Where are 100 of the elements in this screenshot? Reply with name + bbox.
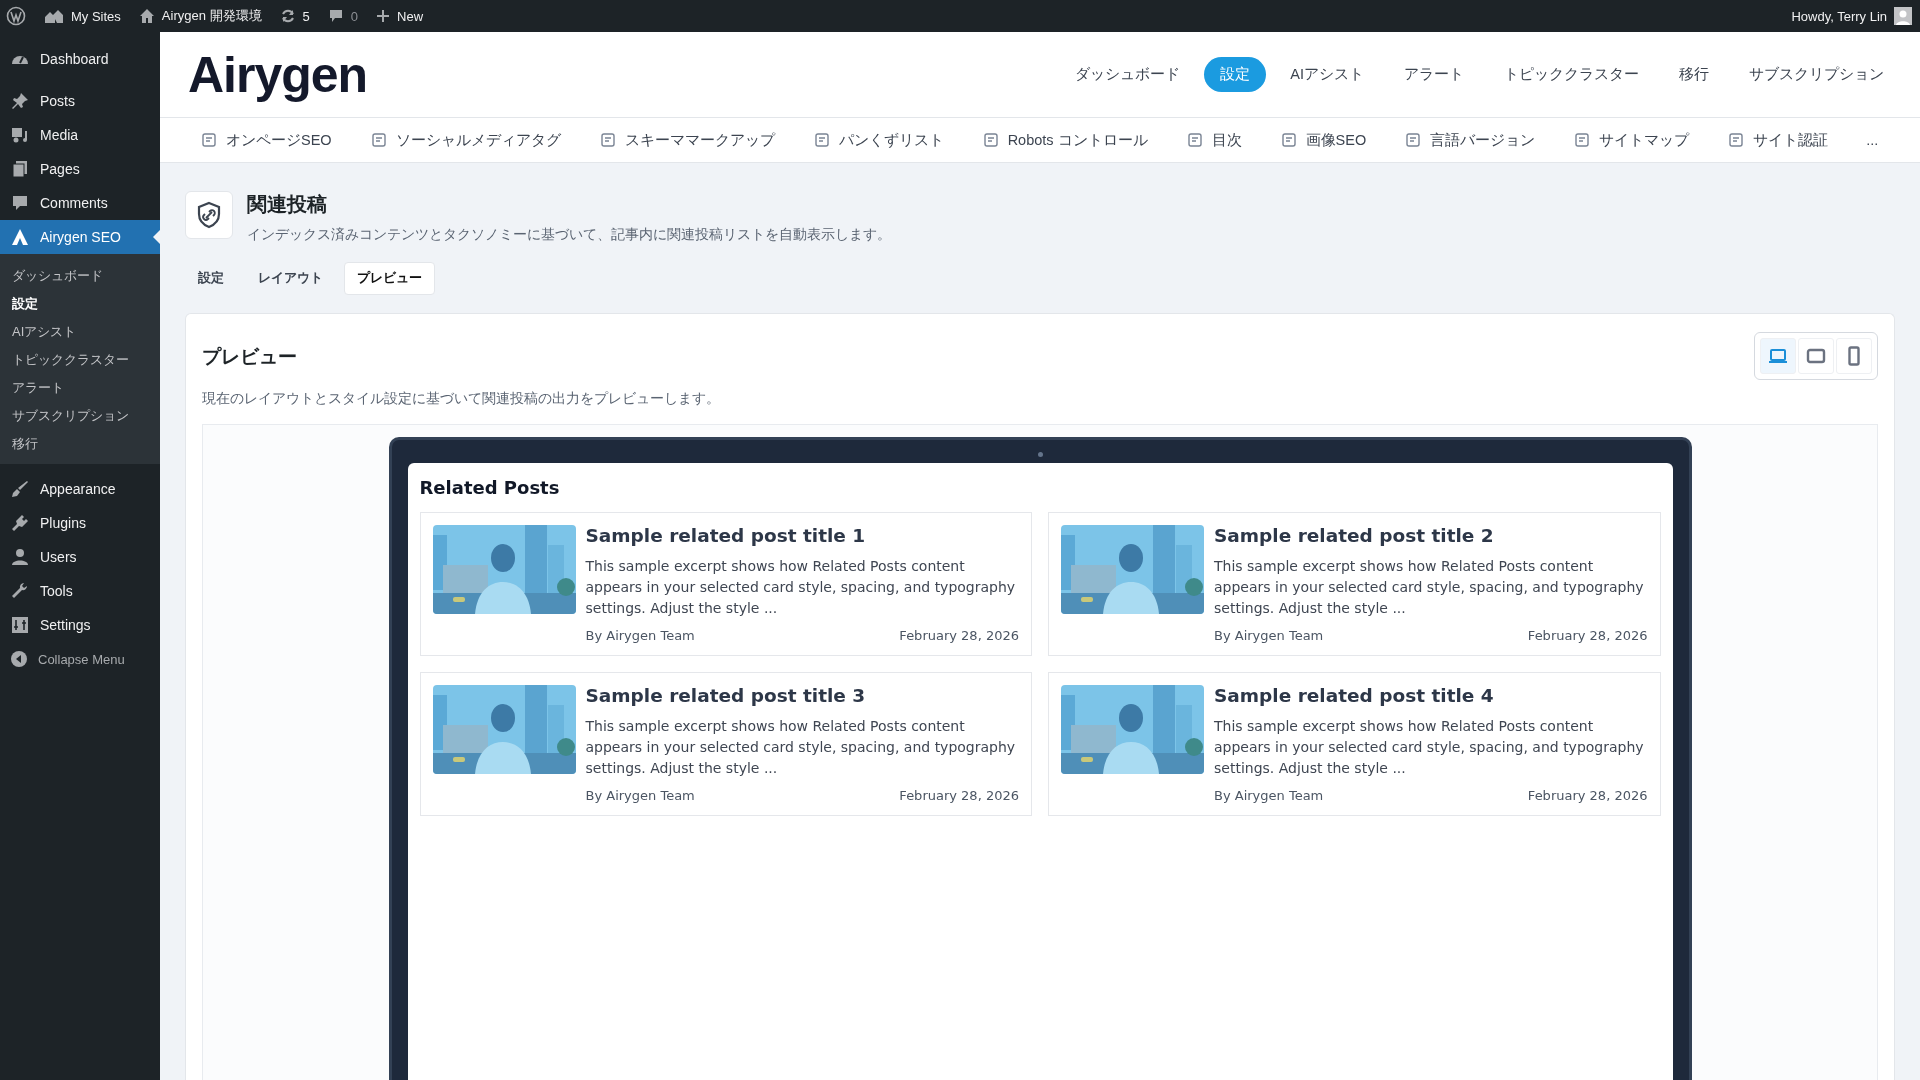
post-date: February 28, 2026 xyxy=(899,788,1019,803)
feature-nav-link[interactable]: スキーママークアップ xyxy=(598,130,775,150)
feature-nav-link[interactable]: パンくずリスト xyxy=(812,130,944,150)
feature-icon xyxy=(1279,131,1298,149)
feature-nav-link[interactable]: オンページSEO xyxy=(200,130,332,150)
post-title[interactable]: Sample related post title 3 xyxy=(585,685,1019,706)
feature-icon xyxy=(1573,131,1592,149)
sidebar-item[interactable]: Posts xyxy=(0,84,160,118)
triangle-logo-icon xyxy=(10,227,30,247)
houses-icon xyxy=(44,8,64,24)
sidebar-item[interactable]: Airygen SEO xyxy=(0,220,160,254)
tablet-view-button[interactable] xyxy=(1798,338,1834,374)
submenu-item[interactable]: ダッシュボード xyxy=(0,262,160,290)
page-description: インデックス済みコンテンツとタクソノミーに基づいて、記事内に関連投稿リストを自動表示します。 xyxy=(247,226,891,244)
tab[interactable]: プレビュー xyxy=(344,262,435,295)
nav-tab[interactable]: トピッククラスター xyxy=(1488,57,1655,92)
post-card[interactable] xyxy=(419,672,1032,816)
sidebar-item[interactable]: Comments xyxy=(0,186,160,220)
wrench-icon xyxy=(10,581,30,601)
feature-nav-link[interactable]: 画像SEO xyxy=(1279,130,1367,150)
feature-icon xyxy=(1185,131,1204,149)
home-icon xyxy=(138,8,155,24)
phone-icon xyxy=(1848,346,1860,366)
nav-tab[interactable]: サブスクリプション xyxy=(1733,57,1900,92)
sidebar-item[interactable]: Media xyxy=(0,118,160,152)
post-title[interactable]: Sample related post title 4 xyxy=(1214,685,1648,706)
section-description: 現在のレイアウトとスタイル設定に基づいて関連投稿の出力をプレビューします。 xyxy=(202,390,720,408)
feature-nav-link[interactable]: サイト認証 xyxy=(1727,130,1829,150)
sidebar-item[interactable]: Users xyxy=(0,540,160,574)
submenu-item[interactable]: アラート xyxy=(0,374,160,402)
brush-icon xyxy=(10,479,30,499)
feature-nav-link[interactable]: ソーシャルメディアタグ xyxy=(369,130,561,150)
sidebar-item[interactable]: Appearance xyxy=(0,472,160,506)
tab[interactable]: レイアウト xyxy=(245,262,336,295)
submenu-item[interactable]: サブスクリプション xyxy=(0,402,160,430)
nav-tab[interactable]: ダッシュボード xyxy=(1059,57,1197,92)
sliders-icon xyxy=(10,615,30,635)
user-menu[interactable]: Howdy, Terry Lin xyxy=(1791,7,1912,25)
feature-icon xyxy=(1727,131,1746,149)
bubble-icon xyxy=(10,193,30,213)
admin-bar-link[interactable]: Airygen 開発環境 xyxy=(138,7,262,25)
feature-nav-link[interactable]: 目次 xyxy=(1185,130,1242,150)
wordpress-logo-link[interactable] xyxy=(6,6,26,26)
airygen-logo[interactable]: Airygen xyxy=(188,45,368,104)
refresh-icon xyxy=(279,8,296,24)
admin-bar-link[interactable]: 0 xyxy=(327,8,358,24)
sidebar-item[interactable]: Plugins xyxy=(0,506,160,540)
post-date: February 28, 2026 xyxy=(1527,628,1648,643)
feature-nav-link[interactable]: 言語バージョン xyxy=(1404,130,1536,150)
admin-bar-link[interactable]: My Sites xyxy=(44,8,121,24)
post-author: By Airygen Team xyxy=(1214,788,1324,803)
post-card[interactable] xyxy=(419,512,1032,656)
submenu-item[interactable]: AIアシスト xyxy=(0,318,160,346)
feature-icon xyxy=(981,131,1000,149)
plug-icon xyxy=(10,513,30,533)
post-card[interactable] xyxy=(1048,512,1661,656)
feature-icon xyxy=(598,131,617,149)
submenu-item[interactable]: 移行 xyxy=(0,430,160,458)
post-excerpt: This sample excerpt shows how Related Posts content appears in your selected card style, spacing, and typography settings. Adjust the style ... xyxy=(1214,557,1645,618)
collapse-menu-button[interactable]: Collapse Menu xyxy=(0,642,160,676)
post-excerpt: This sample excerpt shows how Related Posts content appears in your selected card style, spacing, and typography settings. Adjust the style ... xyxy=(585,557,1017,618)
mobile-view-button[interactable] xyxy=(1836,338,1872,374)
sidebar-item[interactable]: Pages xyxy=(0,152,160,186)
post-author: By Airygen Team xyxy=(585,788,695,803)
admin-bar-link[interactable]: New xyxy=(376,8,424,24)
feature-icon xyxy=(812,131,831,149)
admin-bar-link[interactable]: 5 xyxy=(279,8,310,24)
feature-nav-link[interactable]: サイトマップ xyxy=(1573,130,1690,150)
tablet-icon xyxy=(1806,348,1826,364)
feature-nav-link[interactable]: Robots コントロール xyxy=(981,130,1148,150)
post-card[interactable] xyxy=(1048,672,1661,816)
post-date: February 28, 2026 xyxy=(1527,788,1648,803)
post-title[interactable]: Sample related post title 2 xyxy=(1214,525,1648,546)
submenu-item[interactable]: トピッククラスター xyxy=(0,346,160,374)
nav-tab[interactable]: アラート xyxy=(1388,57,1480,92)
desktop-view-button[interactable] xyxy=(1760,338,1796,374)
laptop-icon xyxy=(1768,348,1788,364)
sidebar-item[interactable]: Settings xyxy=(0,608,160,642)
section-title: プレビュー xyxy=(202,345,298,369)
nav-tab[interactable]: 移行 xyxy=(1663,57,1725,92)
post-excerpt: This sample excerpt shows how Related Posts content appears in your selected card style, spacing, and typography settings. Adjust the style ... xyxy=(1214,717,1645,778)
sidebar-item[interactable]: Tools xyxy=(0,574,160,608)
related-posts-heading: Related Posts xyxy=(419,477,561,498)
more-link[interactable]: ... xyxy=(1866,132,1879,148)
feature-icon xyxy=(1404,131,1423,149)
feature-icon xyxy=(200,131,218,149)
post-date: February 28, 2026 xyxy=(899,628,1019,643)
pages-icon xyxy=(10,159,30,179)
user-icon xyxy=(10,547,30,567)
post-excerpt: This sample excerpt shows how Related Posts content appears in your selected card style, spacing, and typography settings. Adjust the style ... xyxy=(585,717,1017,778)
nav-tab[interactable]: AIアシスト xyxy=(1274,57,1380,92)
post-author: By Airygen Team xyxy=(585,628,695,643)
page-title: 関連投稿 xyxy=(247,192,328,217)
post-title[interactable]: Sample related post title 1 xyxy=(585,525,1019,546)
sidebar-item[interactable]: Dashboard xyxy=(0,42,160,76)
tab[interactable]: 設定 xyxy=(185,262,237,295)
submenu-item[interactable]: 設定 xyxy=(0,290,160,318)
media-icon xyxy=(10,125,30,145)
feature-icon xyxy=(369,131,388,149)
wordpress-icon xyxy=(6,6,26,26)
